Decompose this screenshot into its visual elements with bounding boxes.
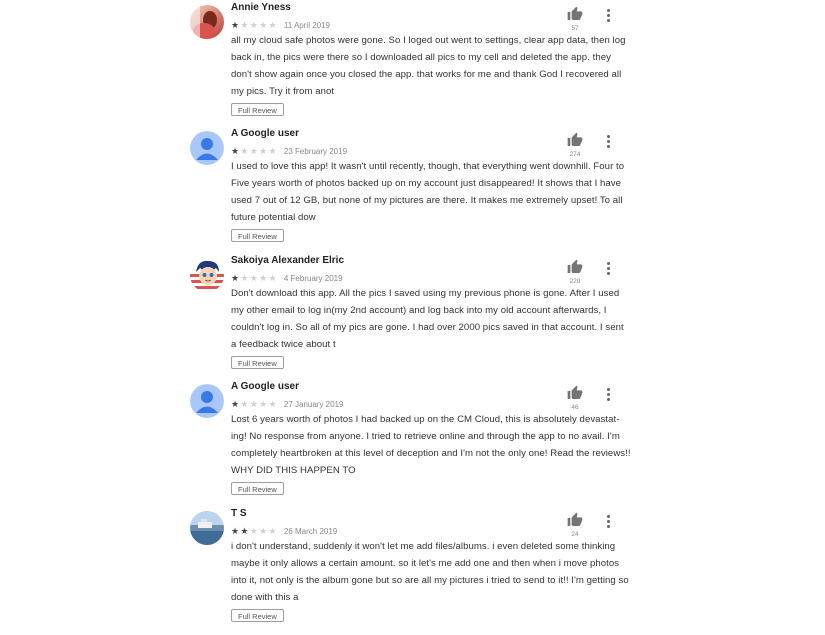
star-rating: ★ ★ ★ ★ ★ 23 February 2019 — [231, 145, 347, 157]
thumbs-up-icon[interactable] — [567, 385, 583, 401]
star-rating: ★ ★ ★ ★ ★ 11 April 2019 — [231, 19, 330, 31]
full-review-button[interactable]: Full Review — [231, 609, 284, 622]
review-text: I used to love this app! It wasn't until… — [231, 161, 625, 223]
star-filled-icon: ★ — [231, 526, 240, 536]
helpful-count: 57 — [571, 25, 579, 32]
star-empty-icon: ★ — [249, 146, 258, 156]
review-item: T S ★ ★ ★ ★ ★ 26 March 2019 i don't understand,… — [0, 506, 825, 632]
review-author: T S — [231, 508, 247, 519]
more-options-icon[interactable] — [601, 7, 615, 23]
review-item: A Google user ★ ★ ★ ★ ★ 23 February 2019 I used… — [0, 126, 825, 252]
helpful-count: 274 — [569, 151, 581, 158]
more-options-icon[interactable] — [601, 133, 615, 149]
star-empty-icon: ★ — [249, 20, 258, 30]
star-empty-icon: ★ — [259, 399, 268, 409]
star-filled-icon: ★ — [240, 526, 249, 536]
review-author: Annie Yness — [231, 2, 291, 13]
star-empty-icon: ★ — [240, 20, 249, 30]
review-text: Lost 6 years worth of photos I had backe… — [231, 414, 631, 476]
more-options-icon[interactable] — [601, 260, 615, 276]
avatar[interactable] — [190, 384, 224, 418]
full-review-button[interactable]: Full Review — [231, 356, 284, 369]
review-item: Annie Yness ★ ★ ★ ★ ★ 11 April 2019 all my clou… — [0, 0, 825, 126]
review-date: 27 January 2019 — [283, 399, 344, 409]
review-item: A Google user ★ ★ ★ ★ ★ 27 January 2019 Lost 6 … — [0, 379, 825, 505]
review-item: Sakoiya Alexander Elric ★ ★ ★ ★ ★ 4 February 2… — [0, 253, 825, 379]
star-empty-icon: ★ — [240, 399, 249, 409]
more-options-icon[interactable] — [601, 386, 615, 402]
full-review-button[interactable]: Full Review — [231, 229, 284, 242]
review-author: A Google user — [231, 128, 299, 139]
avatar[interactable] — [190, 131, 224, 165]
star-empty-icon: ★ — [259, 20, 268, 30]
thumbs-up-icon[interactable] — [567, 132, 583, 148]
thumbs-up-icon[interactable] — [567, 259, 583, 275]
review-date: 4 February 2019 — [283, 273, 343, 283]
star-empty-icon: ★ — [249, 273, 258, 283]
review-author: Sakoiya Alexander Elric — [231, 255, 345, 266]
star-empty-icon: ★ — [268, 399, 277, 409]
star-empty-icon: ★ — [259, 526, 268, 536]
review-date: 11 April 2019 — [283, 20, 330, 30]
star-empty-icon: ★ — [240, 273, 249, 283]
thumbs-up-icon[interactable] — [567, 6, 583, 22]
review-text: all my cloud safe photos were gone. So I… — [231, 35, 626, 97]
star-rating: ★ ★ ★ ★ ★ 26 March 2019 — [231, 525, 337, 537]
star-filled-icon: ★ — [231, 20, 240, 30]
helpful-count: 24 — [571, 531, 579, 538]
star-rating: ★ ★ ★ ★ ★ 27 January 2019 — [231, 398, 343, 410]
avatar[interactable] — [190, 258, 224, 292]
star-empty-icon: ★ — [259, 273, 268, 283]
star-rating: ★ ★ ★ ★ ★ 4 February 2019 — [231, 272, 343, 284]
star-filled-icon: ★ — [231, 399, 240, 409]
review-date: 26 March 2019 — [283, 526, 338, 536]
full-review-button[interactable]: Full Review — [231, 482, 284, 495]
thumbs-up-icon[interactable] — [567, 512, 583, 528]
star-empty-icon: ★ — [268, 273, 277, 283]
more-options-icon[interactable] — [601, 513, 615, 529]
star-empty-icon: ★ — [249, 399, 258, 409]
star-empty-icon: ★ — [259, 146, 268, 156]
star-filled-icon: ★ — [231, 146, 240, 156]
star-empty-icon: ★ — [268, 146, 277, 156]
review-text: i don't understand, suddenly it won't le… — [231, 541, 629, 603]
helpful-count: 46 — [571, 404, 579, 411]
review-text: Don't download this app. All the pics I … — [231, 288, 624, 350]
full-review-button[interactable]: Full Review — [231, 103, 284, 116]
review-date: 23 February 2019 — [283, 146, 348, 156]
helpful-count: 229 — [569, 278, 581, 285]
star-empty-icon: ★ — [268, 20, 277, 30]
star-empty-icon: ★ — [240, 146, 249, 156]
avatar[interactable] — [190, 5, 224, 39]
review-author: A Google user — [231, 381, 299, 392]
star-empty-icon: ★ — [268, 526, 277, 536]
star-filled-icon: ★ — [231, 273, 240, 283]
star-empty-icon: ★ — [249, 526, 258, 536]
avatar[interactable] — [190, 511, 224, 545]
